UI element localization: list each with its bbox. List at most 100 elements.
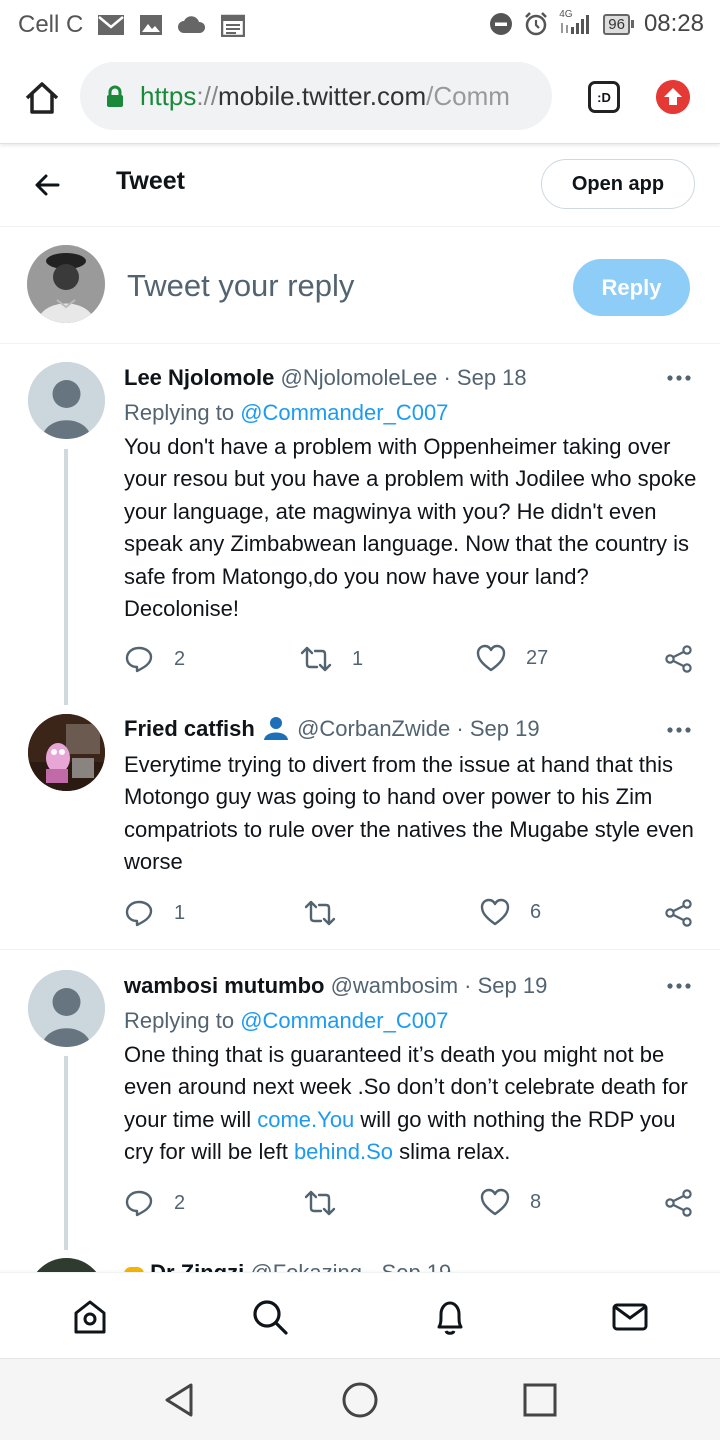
lock-icon	[107, 85, 123, 107]
battery-icon: 96	[603, 13, 634, 35]
tweet-text: One thing that is guaranteed it’s death …	[124, 1042, 688, 1165]
retweet-action[interactable]	[304, 1188, 356, 1218]
share-icon	[665, 1189, 692, 1217]
retweet-action[interactable]: 1	[300, 644, 363, 674]
share-action[interactable]	[664, 1188, 694, 1218]
reply-icon	[125, 1190, 153, 1217]
reply-input[interactable]: Tweet your reply	[127, 268, 354, 304]
messages-icon[interactable]	[610, 1297, 650, 1337]
tweet-header: Tweet Open app	[0, 145, 720, 227]
person-emoji-icon	[263, 717, 288, 740]
tweet-item[interactable]: wambosi mutumbo @wambosim · Sep 19 Reply…	[0, 950, 720, 1250]
timestamp[interactable]: Sep 18	[457, 365, 527, 390]
timestamp[interactable]: Sep 19	[470, 716, 540, 741]
like-action[interactable]: 6	[480, 898, 541, 926]
like-count: 6	[530, 900, 542, 923]
search-icon[interactable]	[250, 1297, 290, 1337]
retweet-icon	[300, 646, 332, 672]
tweet-actions: 2 8	[124, 1188, 704, 1222]
back-arrow-icon[interactable]	[32, 169, 64, 201]
handle[interactable]: @NjolomoleLee	[280, 365, 437, 390]
handle[interactable]: @CorbanZwide	[297, 716, 450, 741]
heart-icon	[476, 644, 506, 672]
timestamp[interactable]: Sep 19	[478, 973, 548, 998]
user-avatar[interactable]	[27, 245, 105, 323]
tweet-item[interactable]: Lee Njolomole @NjolomoleLee · Sep 18 Rep…	[0, 345, 720, 705]
page-title: Tweet	[116, 167, 185, 195]
tweet-item[interactable]: Fried catfish @CorbanZwide · Sep 19 Ever…	[0, 705, 720, 949]
more-options-icon[interactable]	[666, 373, 692, 383]
retweet-icon	[304, 900, 336, 926]
reply-action[interactable]: 1	[124, 898, 185, 928]
share-action[interactable]	[664, 898, 694, 928]
reply-icon	[125, 900, 153, 927]
reply-action[interactable]: 2	[124, 644, 185, 674]
calendar-icon	[221, 14, 246, 37]
home-icon[interactable]	[22, 78, 62, 118]
retweet-icon	[304, 1190, 336, 1216]
avatar[interactable]	[28, 714, 105, 791]
avatar[interactable]	[28, 1258, 105, 1272]
like-count: 8	[530, 1190, 542, 1213]
tweet-header-line: Lee Njolomole @NjolomoleLee · Sep 18	[124, 365, 527, 390]
retweet-count: 1	[352, 647, 364, 670]
display-name[interactable]: wambosi mutumbo	[124, 973, 324, 998]
avatar[interactable]	[28, 970, 105, 1047]
reply-count: 2	[174, 1191, 186, 1214]
status-bar: Cell C 4G 96 08:28	[0, 0, 720, 50]
reply-count: 2	[174, 647, 186, 670]
display-name[interactable]: Lee Njolomole	[124, 365, 274, 390]
like-action[interactable]: 8	[480, 1188, 541, 1216]
reply-button[interactable]: Reply	[573, 259, 690, 316]
battery-level: 96	[603, 13, 630, 35]
like-action[interactable]: 27	[476, 644, 548, 672]
tweet-header-line: Dr Zingzi @Fokazing · Sep 19	[124, 1260, 451, 1272]
url-text: https://mobile.twitter.com/Comm	[140, 80, 510, 111]
timestamp[interactable]: Sep 19	[382, 1260, 452, 1272]
recents-square-icon[interactable]	[521, 1381, 559, 1419]
thread-line	[64, 1056, 68, 1250]
tweet-text: You don't have a problem with Oppenheime…	[124, 434, 697, 622]
handle[interactable]: @wambosim	[331, 973, 458, 998]
share-icon	[665, 645, 692, 673]
bottom-tab-bar	[0, 1272, 720, 1358]
reply-count: 1	[174, 901, 186, 924]
like-count: 27	[526, 646, 549, 669]
mention-link[interactable]: @Commander_C007	[240, 1008, 448, 1033]
mention-link[interactable]: @Commander_C007	[240, 400, 448, 425]
tweet-actions: 2 1 27	[124, 644, 704, 678]
more-options-icon[interactable]	[666, 725, 692, 735]
back-triangle-icon[interactable]	[161, 1381, 199, 1419]
system-nav-bar	[0, 1358, 720, 1440]
alarm-icon	[525, 12, 548, 36]
inline-link[interactable]: come.You	[257, 1107, 354, 1132]
tweet-item[interactable]: Dr Zingzi @Fokazing · Sep 19	[0, 1250, 720, 1272]
share-action[interactable]	[664, 644, 694, 674]
tweet-header-line: wambosi mutumbo @wambosim · Sep 19	[124, 973, 548, 998]
address-bar[interactable]: https://mobile.twitter.com/Comm	[80, 62, 552, 130]
browser-toolbar: https://mobile.twitter.com/Comm :D	[0, 50, 720, 144]
handle[interactable]: @Fokazing	[250, 1260, 362, 1272]
reply-action[interactable]: 2	[124, 1188, 185, 1218]
notifications-bell-icon[interactable]	[430, 1297, 470, 1337]
retweet-action[interactable]	[304, 898, 356, 928]
share-icon	[665, 899, 692, 927]
home-tab-icon[interactable]	[70, 1297, 110, 1337]
network-label: 4G	[559, 9, 573, 20]
carrier-label: Cell C	[18, 11, 84, 38]
display-name[interactable]: Dr Zingzi	[150, 1260, 244, 1272]
cloud-icon	[178, 16, 206, 33]
clock: 08:28	[643, 10, 704, 37]
display-name[interactable]: Fried catfish	[124, 716, 255, 741]
more-options-icon[interactable]	[666, 981, 692, 991]
home-circle-icon[interactable]	[341, 1381, 379, 1419]
avatar[interactable]	[28, 362, 105, 439]
reply-composer: Tweet your reply Reply	[0, 228, 720, 344]
inline-link[interactable]: behind.So	[294, 1139, 393, 1164]
heart-icon	[480, 898, 510, 926]
tab-switcher-button[interactable]: :D	[588, 81, 620, 113]
heart-icon	[480, 1188, 510, 1216]
reply-icon	[125, 646, 153, 673]
upload-icon[interactable]	[656, 80, 690, 114]
open-app-button[interactable]: Open app	[541, 159, 695, 209]
